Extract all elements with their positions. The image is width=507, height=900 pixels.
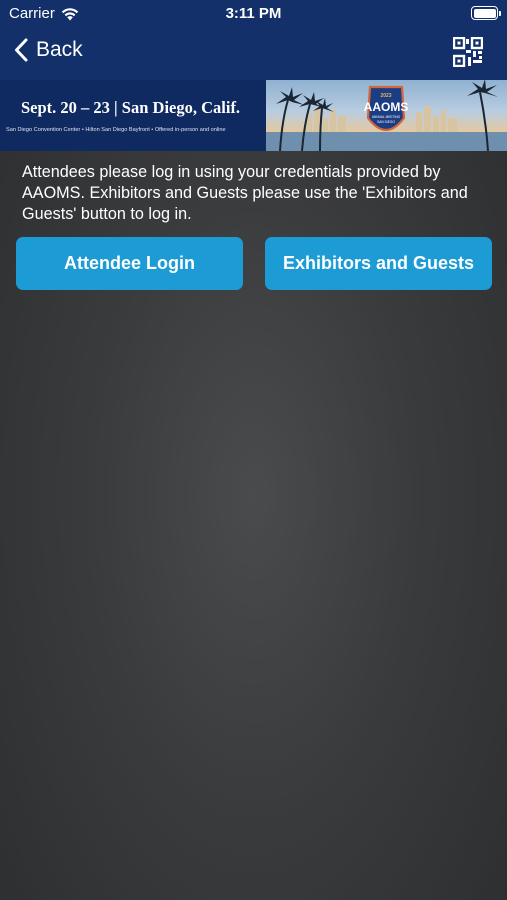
back-button[interactable]: Back [14,38,83,62]
logo-year: 2023 [380,93,391,99]
san-diego-skyline-image: 2023 AAOMS ANNUAL MEETING SAN DIEGO [266,80,507,151]
status-time: 3:11 PM [225,5,282,22]
banner-text-panel: Sept. 20 – 23 | San Diego, Calif. San Di… [0,80,266,151]
banner-subtitle: San Diego Convention Center • Hilton San… [6,127,226,133]
battery-icon [471,6,501,20]
aaoms-logo: 2023 AAOMS ANNUAL MEETING SAN DIEGO [364,85,409,132]
logo-tagline: ANNUAL MEETING [372,115,401,119]
banner-dates: Sept. 20 – 23 | San Diego, Calif. [21,98,241,117]
app-header: Carrier 3:11 PM Back [0,0,507,80]
status-bar: Carrier 3:11 PM [0,0,507,28]
exhibitors-guests-button[interactable]: Exhibitors and Guests [265,237,492,290]
event-banner: Sept. 20 – 23 | San Diego, Calif. San Di… [0,80,507,151]
qr-code-icon[interactable] [453,37,483,67]
login-instructions: Attendees please log in using your crede… [22,163,468,223]
attendee-login-button[interactable]: Attendee Login [16,237,243,290]
banner-photo: 2023 AAOMS ANNUAL MEETING SAN DIEGO [266,80,507,151]
logo-name: AAOMS [364,100,409,114]
back-label: Back [36,38,83,61]
logo-city: SAN DIEGO [377,120,395,124]
chevron-left-icon [15,38,28,62]
